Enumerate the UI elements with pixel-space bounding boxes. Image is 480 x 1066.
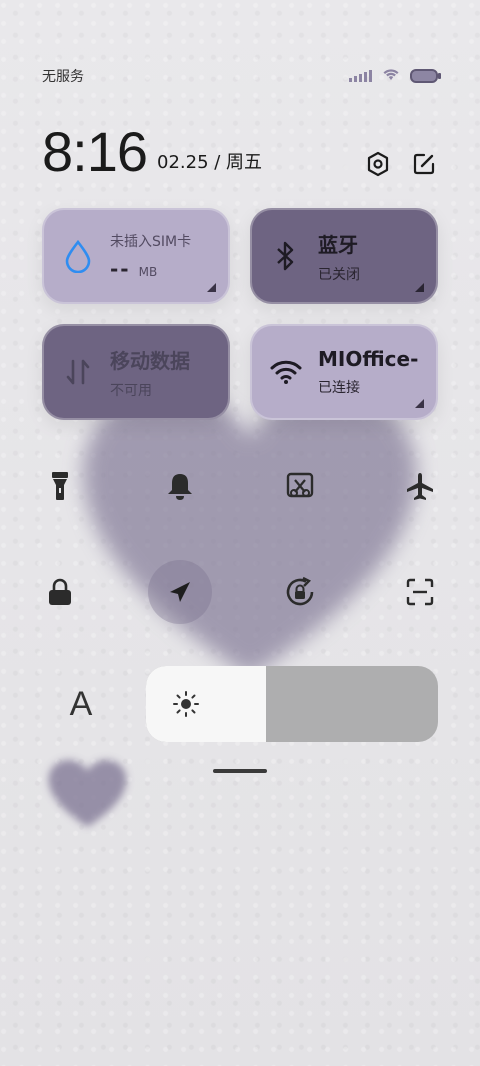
- mute-toggle[interactable]: [148, 454, 212, 518]
- bluetooth-text: 蓝牙 已关闭: [318, 229, 360, 284]
- settings-icon: [367, 151, 389, 177]
- rotation-lock-toggle[interactable]: [268, 560, 332, 624]
- wifi-text: MIOffice- 已连接: [318, 347, 418, 397]
- sim-status: 未插入SIM卡: [110, 234, 192, 250]
- brightness-row: A: [42, 666, 438, 742]
- scissors-screenshot-icon: [286, 472, 314, 498]
- header: 8:16 02.25 / 周五: [42, 122, 438, 180]
- expand-corner-icon: [207, 283, 216, 292]
- airplane-mode-toggle[interactable]: [388, 454, 452, 518]
- flashlight-toggle[interactable]: [28, 454, 92, 518]
- clock-area: 8:16 02.25 / 周五: [42, 124, 262, 180]
- header-actions: [364, 150, 438, 180]
- edit-icon: [413, 153, 435, 175]
- battery-icon: [410, 69, 441, 83]
- data-usage-value: --: [110, 257, 131, 281]
- sim-data-tile[interactable]: 未插入SIM卡 -- MB: [42, 208, 230, 304]
- signal-bars-icon: [349, 70, 372, 82]
- quick-toggles-row-2: [28, 560, 452, 624]
- sim-text: 未插入SIM卡 -- MB: [110, 231, 191, 281]
- drag-handle[interactable]: [213, 769, 267, 773]
- location-arrow-icon: [170, 582, 190, 602]
- status-bar: 无服务: [42, 64, 441, 88]
- wifi-status: 已连接: [318, 380, 360, 396]
- heart-decoration: [83, 390, 417, 677]
- lock-icon: [49, 578, 71, 605]
- airplane-icon: [407, 473, 433, 500]
- flashlight-icon: [52, 472, 68, 500]
- location-toggle[interactable]: [148, 560, 212, 624]
- font-size-icon: A: [69, 684, 93, 723]
- bell-icon: [168, 474, 192, 500]
- mobile-data-status: 不可用: [110, 382, 152, 399]
- scan-icon: [406, 578, 434, 606]
- brightness-slider[interactable]: [146, 666, 438, 742]
- rotation-lock-icon: [286, 576, 314, 606]
- wifi-icon: [382, 67, 400, 85]
- mobile-data-title: 移动数据: [110, 348, 190, 373]
- expand-corner-icon: [415, 283, 424, 292]
- sun-icon: [173, 691, 199, 717]
- expand-corner-icon: [415, 399, 424, 408]
- wifi-network-name: MIOffice-: [318, 347, 419, 371]
- wifi-icon: [268, 354, 304, 390]
- bluetooth-tile[interactable]: 蓝牙 已关闭: [250, 208, 438, 304]
- wifi-tile[interactable]: MIOffice- 已连接: [250, 324, 438, 420]
- lock-screen-toggle[interactable]: [28, 560, 92, 624]
- bluetooth-icon: [268, 238, 304, 274]
- bluetooth-status: 已关闭: [318, 266, 360, 283]
- mobile-data-text: 移动数据 不可用: [110, 345, 190, 400]
- quick-toggles-row-1: [28, 454, 452, 518]
- settings-button[interactable]: [364, 150, 392, 178]
- data-usage-unit: MB: [138, 265, 158, 279]
- edit-button[interactable]: [410, 150, 438, 178]
- small-heart-decoration: [48, 760, 127, 827]
- carrier-text: 无服务: [42, 69, 84, 85]
- date-text: 02.25 / 周五: [157, 152, 263, 173]
- font-size-button[interactable]: A: [42, 666, 120, 742]
- mobile-data-tile[interactable]: 移动数据 不可用: [42, 324, 230, 420]
- data-usage: -- MB: [110, 257, 191, 281]
- bluetooth-title: 蓝牙: [318, 232, 358, 257]
- screenshot-toggle[interactable]: [268, 454, 332, 518]
- brightness-slider-fill: [146, 666, 266, 742]
- water-drop-icon: [60, 238, 96, 274]
- clock-time: 8:16: [42, 120, 148, 183]
- status-icons: [349, 67, 441, 85]
- data-transfer-icon: [60, 354, 96, 390]
- scanner-toggle[interactable]: [388, 560, 452, 624]
